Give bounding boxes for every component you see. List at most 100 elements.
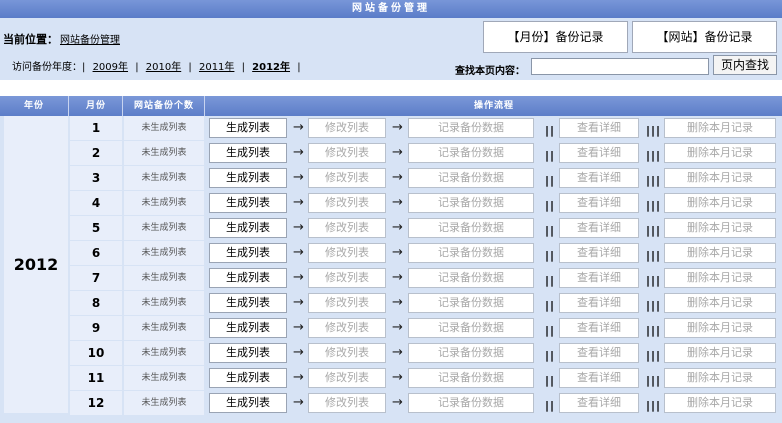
month-record-button[interactable]: 【月份】备份记录 — [483, 21, 628, 53]
year-link-2012[interactable]: 2012年 — [252, 62, 290, 73]
record-backup-button[interactable]: 记录备份数据 — [408, 368, 534, 388]
backup-table: 年份 月份 网站备份个数 操作流程 2012 1 未生成列表 生成列表 → 修改列表 → 记… — [0, 96, 782, 423]
separator-bars-icon: ||| — [646, 249, 662, 262]
delete-month-button[interactable]: 删除本月记录 — [664, 318, 776, 338]
record-backup-button[interactable]: 记录备份数据 — [408, 318, 534, 338]
generate-list-button[interactable]: 生成列表 — [209, 243, 287, 263]
separator-bars-icon: || — [545, 324, 556, 337]
generate-list-button[interactable]: 生成列表 — [209, 368, 287, 388]
separator-bars-icon: || — [545, 249, 556, 262]
modify-list-button[interactable]: 修改列表 — [308, 368, 386, 388]
year-selector: 访问备份年度：| 2009年 | 2010年 | 2011年 | 2012年 | — [12, 58, 305, 73]
header-panel: 当前位置： 网站备份管理 【月份】备份记录 【网站】备份记录 访问备份年度：| … — [0, 18, 782, 80]
view-details-button[interactable]: 查看详细 — [559, 393, 639, 413]
arrow-right-icon: → — [392, 120, 403, 135]
generate-list-button[interactable]: 生成列表 — [209, 393, 287, 413]
month-cell: 11 — [70, 366, 122, 390]
year-link-2009[interactable]: 2009年 — [93, 62, 128, 73]
view-details-button[interactable]: 查看详细 — [559, 193, 639, 213]
separator-bars-icon: ||| — [646, 349, 662, 362]
header-year: 年份 — [23, 101, 44, 111]
delete-month-button[interactable]: 删除本月记录 — [664, 168, 776, 188]
record-backup-button[interactable]: 记录备份数据 — [408, 393, 534, 413]
operations-cell: 生成列表 → 修改列表 → 记录备份数据 || 查看详细 ||| 删除本月记录 — [206, 116, 782, 140]
location-label: 当前位置： — [3, 33, 58, 46]
record-backup-button[interactable]: 记录备份数据 — [408, 118, 534, 138]
view-details-button[interactable]: 查看详细 — [559, 343, 639, 363]
delete-month-button[interactable]: 删除本月记录 — [664, 293, 776, 313]
page-title: 网站备份管理 — [352, 3, 430, 14]
site-record-button[interactable]: 【网站】备份记录 — [632, 21, 777, 53]
backup-count-cell: 未生成列表 — [124, 391, 204, 415]
table-row: 11 未生成列表 生成列表 → 修改列表 → 记录备份数据 || 查看详细 ||| 删除本月记录 — [70, 366, 782, 390]
record-backup-button[interactable]: 记录备份数据 — [408, 143, 534, 163]
month-cell: 9 — [70, 316, 122, 340]
modify-list-button[interactable]: 修改列表 — [308, 193, 386, 213]
delete-month-button[interactable]: 删除本月记录 — [664, 393, 776, 413]
modify-list-button[interactable]: 修改列表 — [308, 243, 386, 263]
record-backup-button[interactable]: 记录备份数据 — [408, 293, 534, 313]
separator-bars-icon: || — [545, 174, 556, 187]
view-details-button[interactable]: 查看详细 — [559, 243, 639, 263]
arrow-right-icon: → — [293, 245, 304, 260]
operations-cell: 生成列表 → 修改列表 → 记录备份数据 || 查看详细 ||| 删除本月记录 — [206, 191, 782, 215]
view-details-button[interactable]: 查看详细 — [559, 268, 639, 288]
generate-list-button[interactable]: 生成列表 — [209, 293, 287, 313]
record-backup-button[interactable]: 记录备份数据 — [408, 268, 534, 288]
modify-list-button[interactable]: 修改列表 — [308, 318, 386, 338]
record-backup-button[interactable]: 记录备份数据 — [408, 193, 534, 213]
delete-month-button[interactable]: 删除本月记录 — [664, 268, 776, 288]
arrow-right-icon: → — [392, 395, 403, 410]
arrow-right-icon: → — [293, 370, 304, 385]
delete-month-button[interactable]: 删除本月记录 — [664, 368, 776, 388]
view-details-button[interactable]: 查看详细 — [559, 143, 639, 163]
breadcrumb-link[interactable]: 网站备份管理 — [60, 31, 120, 46]
view-details-button[interactable]: 查看详细 — [559, 118, 639, 138]
year-link-2010[interactable]: 2010年 — [146, 62, 181, 73]
generate-list-button[interactable]: 生成列表 — [209, 143, 287, 163]
view-details-button[interactable]: 查看详细 — [559, 368, 639, 388]
delete-month-button[interactable]: 删除本月记录 — [664, 143, 776, 163]
record-backup-button[interactable]: 记录备份数据 — [408, 343, 534, 363]
modify-list-button[interactable]: 修改列表 — [308, 168, 386, 188]
generate-list-button[interactable]: 生成列表 — [209, 343, 287, 363]
delete-month-button[interactable]: 删除本月记录 — [664, 243, 776, 263]
delete-month-button[interactable]: 删除本月记录 — [664, 218, 776, 238]
month-cell: 7 — [70, 266, 122, 290]
generate-list-button[interactable]: 生成列表 — [209, 268, 287, 288]
view-details-button[interactable]: 查看详细 — [559, 168, 639, 188]
view-details-button[interactable]: 查看详细 — [559, 293, 639, 313]
generate-list-button[interactable]: 生成列表 — [209, 218, 287, 238]
record-backup-button[interactable]: 记录备份数据 — [408, 168, 534, 188]
backup-count-cell: 未生成列表 — [124, 216, 204, 240]
modify-list-button[interactable]: 修改列表 — [308, 343, 386, 363]
generate-list-button[interactable]: 生成列表 — [209, 318, 287, 338]
generate-list-button[interactable]: 生成列表 — [209, 168, 287, 188]
modify-list-button[interactable]: 修改列表 — [308, 268, 386, 288]
backup-count-cell: 未生成列表 — [124, 241, 204, 265]
record-backup-button[interactable]: 记录备份数据 — [408, 243, 534, 263]
year-separator: | — [241, 62, 245, 73]
month-cell: 4 — [70, 191, 122, 215]
search-button[interactable]: 页内查找 — [713, 55, 777, 75]
delete-month-button[interactable]: 删除本月记录 — [664, 343, 776, 363]
view-details-button[interactable]: 查看详细 — [559, 218, 639, 238]
view-details-button[interactable]: 查看详细 — [559, 318, 639, 338]
generate-list-button[interactable]: 生成列表 — [209, 193, 287, 213]
modify-list-button[interactable]: 修改列表 — [308, 218, 386, 238]
modify-list-button[interactable]: 修改列表 — [308, 143, 386, 163]
modify-list-button[interactable]: 修改列表 — [308, 118, 386, 138]
arrow-right-icon: → — [293, 270, 304, 285]
delete-month-button[interactable]: 删除本月记录 — [664, 193, 776, 213]
generate-list-button[interactable]: 生成列表 — [209, 118, 287, 138]
search-input[interactable] — [531, 58, 709, 75]
delete-month-button[interactable]: 删除本月记录 — [664, 118, 776, 138]
record-backup-button[interactable]: 记录备份数据 — [408, 218, 534, 238]
modify-list-button[interactable]: 修改列表 — [308, 393, 386, 413]
backup-count-cell: 未生成列表 — [124, 316, 204, 340]
separator-bars-icon: || — [545, 224, 556, 237]
modify-list-button[interactable]: 修改列表 — [308, 293, 386, 313]
year-link-2011[interactable]: 2011年 — [199, 62, 234, 73]
backup-count-cell: 未生成列表 — [124, 141, 204, 165]
page-title-bar: 网站备份管理 — [0, 0, 782, 18]
